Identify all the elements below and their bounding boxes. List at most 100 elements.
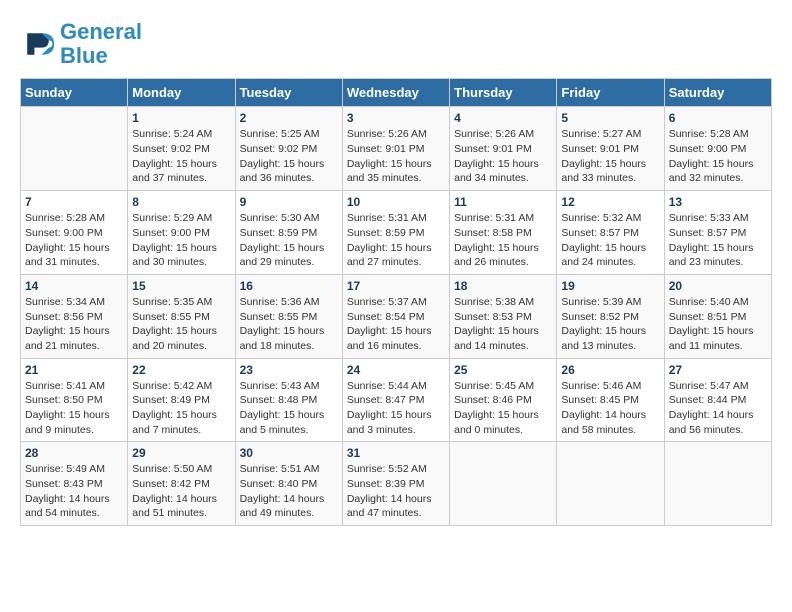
day-info: Sunrise: 5:26 AMSunset: 9:01 PMDaylight:… [454,127,552,186]
calendar-cell [557,442,664,526]
day-info: Sunrise: 5:31 AMSunset: 8:59 PMDaylight:… [347,211,445,270]
day-header-monday: Monday [128,79,235,107]
day-number: 9 [240,195,338,209]
day-header-thursday: Thursday [450,79,557,107]
day-number: 18 [454,279,552,293]
day-header-tuesday: Tuesday [235,79,342,107]
calendar-cell: 6 Sunrise: 5:28 AMSunset: 9:00 PMDaylight… [664,107,771,191]
logo-icon [20,26,56,62]
day-number: 10 [347,195,445,209]
day-number: 19 [561,279,659,293]
day-number: 17 [347,279,445,293]
day-info: Sunrise: 5:51 AMSunset: 8:40 PMDaylight:… [240,462,338,521]
calendar-week-4: 21Sunrise: 5:41 AMSunset: 8:50 PMDayligh… [21,358,772,442]
calendar-cell: 13Sunrise: 5:33 AMSunset: 8:57 PMDayligh… [664,191,771,275]
calendar-cell: 16 Sunrise: 5:36 AMSunset: 8:55 PMDayligh… [235,274,342,358]
day-number: 8 [132,195,230,209]
day-info: Sunrise: 5:40 AMSunset: 8:51 PMDaylight:… [669,295,767,354]
calendar-cell: 11 Sunrise: 5:31 AMSunset: 8:58 PMDayligh… [450,191,557,275]
day-number: 23 [240,363,338,377]
day-info: Sunrise: 5:24 AMSunset: 9:02 PMDaylight:… [132,127,230,186]
day-info: Sunrise: 5:31 AMSunset: 8:58 PMDaylight:… [454,211,552,270]
day-number: 20 [669,279,767,293]
day-info: Sunrise: 5:37 AMSunset: 8:54 PMDaylight:… [347,295,445,354]
day-number: 29 [132,446,230,460]
day-info: Sunrise: 5:33 AMSunset: 8:57 PMDaylight:… [669,211,767,270]
day-number: 11 [454,195,552,209]
day-header-sunday: Sunday [21,79,128,107]
day-info: Sunrise: 5:36 AMSunset: 8:55 PMDaylight:… [240,295,338,354]
day-info: Sunrise: 5:28 AMSunset: 9:00 PMDaylight:… [669,127,767,186]
calendar-week-2: 7 Sunrise: 5:28 AMSunset: 9:00 PMDaylight… [21,191,772,275]
day-number: 31 [347,446,445,460]
day-number: 16 [240,279,338,293]
calendar-cell: 5 Sunrise: 5:27 AMSunset: 9:01 PMDaylight… [557,107,664,191]
day-info: Sunrise: 5:52 AMSunset: 8:39 PMDaylight:… [347,462,445,521]
day-number: 21 [25,363,123,377]
day-info: Sunrise: 5:32 AMSunset: 8:57 PMDaylight:… [561,211,659,270]
calendar-week-5: 28 Sunrise: 5:49 AMSunset: 8:43 PMDayligh… [21,442,772,526]
day-number: 3 [347,111,445,125]
day-info: Sunrise: 5:45 AMSunset: 8:46 PMDaylight:… [454,379,552,438]
day-info: Sunrise: 5:39 AMSunset: 8:52 PMDaylight:… [561,295,659,354]
day-number: 22 [132,363,230,377]
header: General Blue [20,20,772,68]
day-number: 15 [132,279,230,293]
day-number: 28 [25,446,123,460]
day-info: Sunrise: 5:28 AMSunset: 9:00 PMDaylight:… [25,211,123,270]
logo: General Blue [20,20,142,68]
day-info: Sunrise: 5:30 AMSunset: 8:59 PMDaylight:… [240,211,338,270]
day-number: 26 [561,363,659,377]
calendar-cell: 12 Sunrise: 5:32 AMSunset: 8:57 PMDayligh… [557,191,664,275]
calendar-cell: 2 Sunrise: 5:25 AMSunset: 9:02 PMDaylight… [235,107,342,191]
calendar-cell: 1Sunrise: 5:24 AMSunset: 9:02 PMDaylight… [128,107,235,191]
day-number: 7 [25,195,123,209]
day-number: 14 [25,279,123,293]
day-number: 5 [561,111,659,125]
day-header-saturday: Saturday [664,79,771,107]
day-info: Sunrise: 5:49 AMSunset: 8:43 PMDaylight:… [25,462,123,521]
calendar-header-row: SundayMondayTuesdayWednesdayThursdayFrid… [21,79,772,107]
calendar-cell [664,442,771,526]
day-number: 4 [454,111,552,125]
calendar-cell: 23 Sunrise: 5:43 AMSunset: 8:48 PMDayligh… [235,358,342,442]
calendar-cell: 21Sunrise: 5:41 AMSunset: 8:50 PMDayligh… [21,358,128,442]
day-number: 6 [669,111,767,125]
calendar-cell: 3Sunrise: 5:26 AMSunset: 9:01 PMDaylight… [342,107,449,191]
day-info: Sunrise: 5:29 AMSunset: 9:00 PMDaylight:… [132,211,230,270]
calendar-cell: 26Sunrise: 5:46 AMSunset: 8:45 PMDayligh… [557,358,664,442]
calendar-cell: 30 Sunrise: 5:51 AMSunset: 8:40 PMDayligh… [235,442,342,526]
calendar-cell: 27 Sunrise: 5:47 AMSunset: 8:44 PMDayligh… [664,358,771,442]
day-info: Sunrise: 5:27 AMSunset: 9:01 PMDaylight:… [561,127,659,186]
day-number: 24 [347,363,445,377]
day-header-wednesday: Wednesday [342,79,449,107]
day-number: 12 [561,195,659,209]
day-header-friday: Friday [557,79,664,107]
calendar-cell: 25 Sunrise: 5:45 AMSunset: 8:46 PMDayligh… [450,358,557,442]
day-info: Sunrise: 5:42 AMSunset: 8:49 PMDaylight:… [132,379,230,438]
calendar-cell: 19 Sunrise: 5:39 AMSunset: 8:52 PMDayligh… [557,274,664,358]
day-number: 27 [669,363,767,377]
calendar-cell: 22 Sunrise: 5:42 AMSunset: 8:49 PMDayligh… [128,358,235,442]
calendar-week-1: 1Sunrise: 5:24 AMSunset: 9:02 PMDaylight… [21,107,772,191]
calendar-week-3: 14Sunrise: 5:34 AMSunset: 8:56 PMDayligh… [21,274,772,358]
calendar-cell: 18 Sunrise: 5:38 AMSunset: 8:53 PMDayligh… [450,274,557,358]
calendar-table: SundayMondayTuesdayWednesdayThursdayFrid… [20,78,772,526]
calendar-cell: 15 Sunrise: 5:35 AMSunset: 8:55 PMDayligh… [128,274,235,358]
calendar-cell: 14Sunrise: 5:34 AMSunset: 8:56 PMDayligh… [21,274,128,358]
day-number: 2 [240,111,338,125]
calendar-cell [450,442,557,526]
day-info: Sunrise: 5:50 AMSunset: 8:42 PMDaylight:… [132,462,230,521]
day-info: Sunrise: 5:35 AMSunset: 8:55 PMDaylight:… [132,295,230,354]
day-number: 25 [454,363,552,377]
day-number: 30 [240,446,338,460]
logo-text: General Blue [60,20,142,68]
calendar-cell: 9 Sunrise: 5:30 AMSunset: 8:59 PMDaylight… [235,191,342,275]
calendar-cell [21,107,128,191]
calendar-cell: 8 Sunrise: 5:29 AMSunset: 9:00 PMDaylight… [128,191,235,275]
day-info: Sunrise: 5:43 AMSunset: 8:48 PMDaylight:… [240,379,338,438]
day-info: Sunrise: 5:47 AMSunset: 8:44 PMDaylight:… [669,379,767,438]
day-info: Sunrise: 5:25 AMSunset: 9:02 PMDaylight:… [240,127,338,186]
day-info: Sunrise: 5:38 AMSunset: 8:53 PMDaylight:… [454,295,552,354]
calendar-cell: 20 Sunrise: 5:40 AMSunset: 8:51 PMDayligh… [664,274,771,358]
